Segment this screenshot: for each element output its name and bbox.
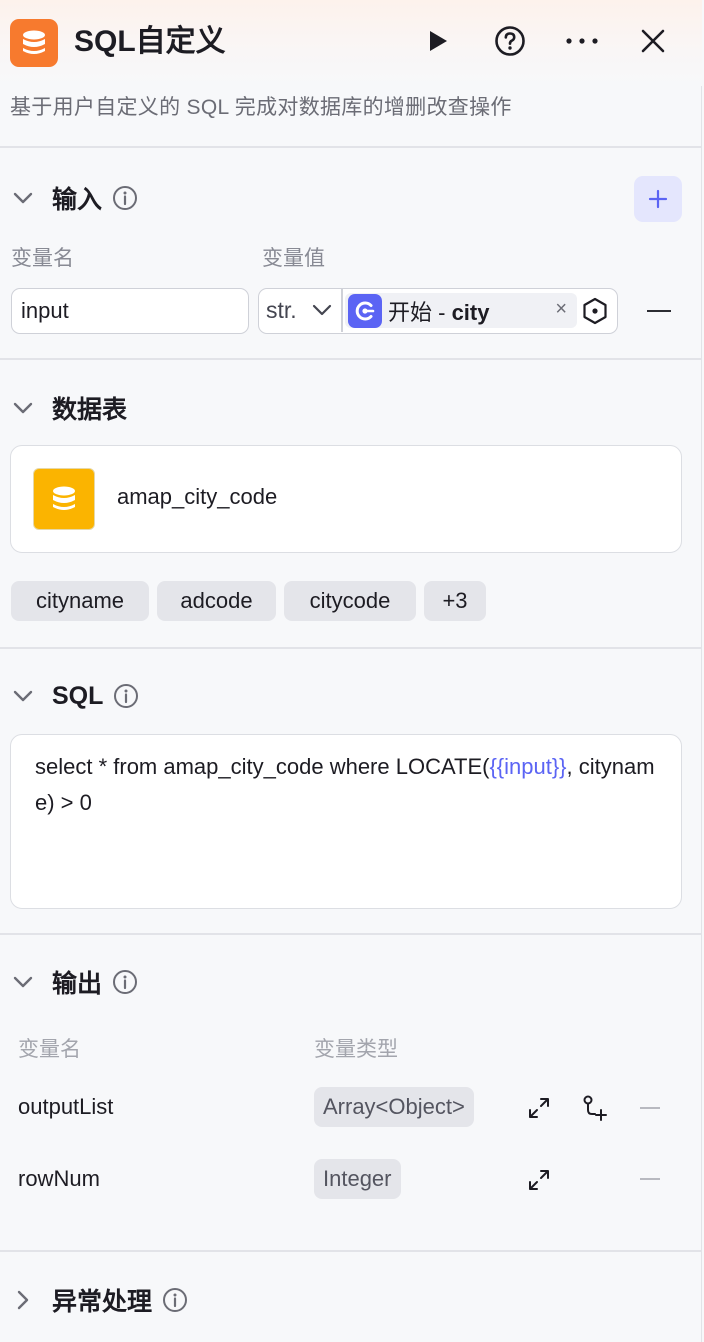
table-name: amap_city_code	[117, 484, 278, 509]
reference-source: 开始 -	[388, 299, 452, 325]
expand-icon[interactable]	[524, 1165, 554, 1195]
field-chip: adcode	[157, 581, 276, 621]
variable-value-field: str. 开始 - city ×	[258, 288, 618, 334]
output-variable-name: rowNum	[18, 1166, 100, 1191]
node-description: 基于用户自定义的 SQL 完成对数据库的增删改查操作	[10, 96, 512, 119]
table-section-title: 数据表	[52, 396, 128, 424]
node-config-panel: SQL自定义 基于用户自定义的 SQL 完成对数据库的增删改查操作 输入 变量名…	[0, 0, 702, 1342]
variable-name-input[interactable]: input	[11, 288, 249, 334]
database-icon	[33, 468, 95, 530]
error-section-header[interactable]: 异常处理	[10, 1280, 188, 1320]
column-label-name: 变量名	[11, 247, 74, 270]
column-label-value: 变量值	[262, 247, 325, 270]
output-variable-type: Array<Object>	[314, 1087, 474, 1127]
remove-input-button[interactable]	[647, 310, 671, 312]
divider	[0, 647, 702, 649]
output-variable-type: Integer	[314, 1159, 401, 1199]
chevron-down-icon[interactable]	[311, 299, 333, 326]
type-select[interactable]: str.	[266, 289, 297, 332]
reference-label: 开始 - city	[388, 295, 489, 327]
chevron-down-icon[interactable]	[10, 395, 36, 421]
output-variable-name: outputList	[18, 1094, 114, 1119]
sql-section-title: SQL	[52, 681, 104, 710]
field-chip: cityname	[11, 581, 149, 621]
plus-icon	[648, 189, 668, 209]
sql-section-header[interactable]: SQL	[10, 676, 139, 716]
chevron-right-icon[interactable]	[10, 1287, 36, 1313]
remove-output-button[interactable]	[640, 1107, 660, 1109]
add-sub-field-icon[interactable]	[580, 1093, 610, 1123]
table-card[interactable]: amap_city_code	[10, 445, 682, 553]
variable-reference-tag[interactable]: 开始 - city ×	[345, 293, 577, 328]
database-icon	[10, 19, 58, 67]
help-icon[interactable]	[493, 24, 527, 58]
field-chip: citycode	[284, 581, 416, 621]
info-icon[interactable]	[162, 1287, 188, 1313]
chevron-down-icon[interactable]	[10, 185, 36, 211]
chevron-down-icon[interactable]	[10, 683, 36, 709]
reference-variable: city	[451, 299, 490, 325]
info-icon[interactable]	[113, 683, 139, 709]
close-icon[interactable]	[636, 24, 670, 58]
add-input-button[interactable]	[634, 176, 682, 222]
divider	[0, 933, 702, 935]
more-fields-chip[interactable]: +3	[424, 581, 486, 621]
info-icon[interactable]	[112, 185, 138, 211]
sql-variable: {{input}}	[489, 754, 567, 779]
sql-text: select * from amap_city_code where LOCAT…	[35, 754, 490, 779]
panel-header: SQL自定义	[0, 0, 702, 86]
divider	[341, 289, 343, 332]
error-section-title: 异常处理	[52, 1288, 153, 1316]
variable-picker-icon[interactable]	[581, 297, 609, 330]
more-icon[interactable]	[565, 24, 599, 58]
input-section-header[interactable]: 输入	[10, 178, 138, 218]
remove-output-button[interactable]	[640, 1178, 660, 1180]
panel-title: SQL自定义	[74, 25, 226, 58]
chevron-down-icon[interactable]	[10, 969, 36, 995]
remove-reference-icon[interactable]: ×	[555, 298, 567, 321]
expand-icon[interactable]	[524, 1093, 554, 1123]
column-label-name: 变量名	[18, 1038, 81, 1061]
divider	[0, 146, 702, 148]
input-section-title: 输入	[52, 186, 103, 214]
output-section-header[interactable]: 输出	[10, 962, 138, 1002]
run-icon[interactable]	[421, 24, 455, 58]
table-section-header[interactable]: 数据表	[10, 388, 127, 428]
start-node-icon	[348, 293, 382, 328]
output-section-title: 输出	[52, 970, 103, 998]
info-icon[interactable]	[112, 969, 138, 995]
divider	[0, 1250, 702, 1252]
divider	[0, 358, 702, 360]
sql-editor[interactable]: select * from amap_city_code where LOCAT…	[10, 734, 682, 909]
column-label-type: 变量类型	[314, 1038, 398, 1061]
